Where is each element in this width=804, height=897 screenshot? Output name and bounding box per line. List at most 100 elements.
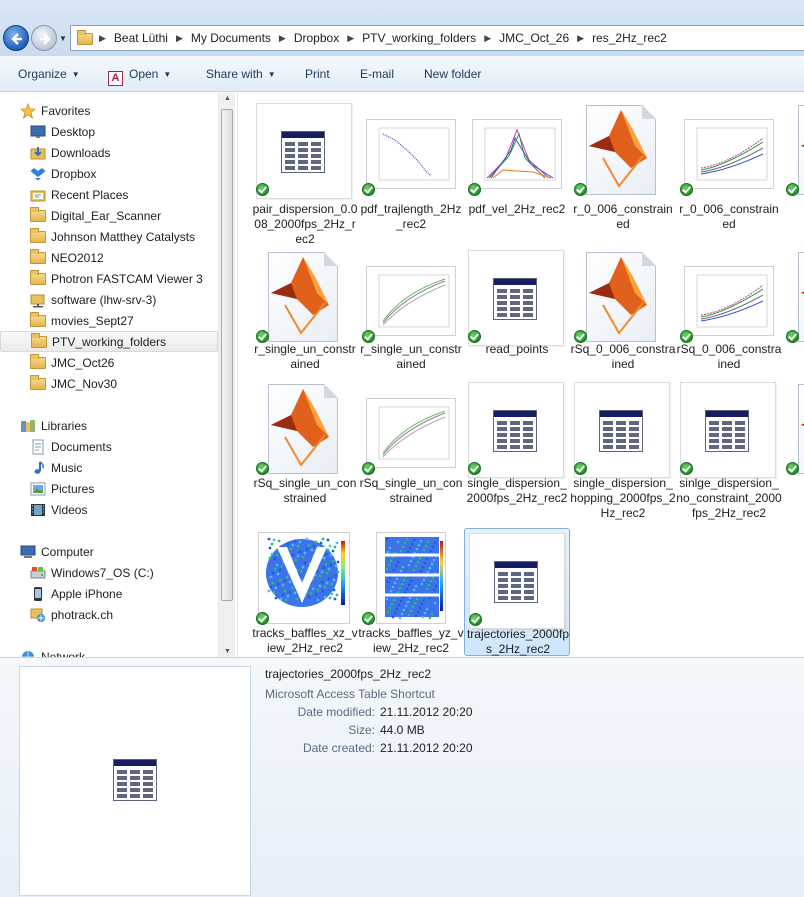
file-item[interactable]: single_dispersion_hopping_2000fps_2Hz_re… <box>570 378 676 528</box>
access-table-icon <box>599 410 643 452</box>
pictures-icon <box>30 481 46 497</box>
sidebar-item[interactable]: software (lhw-srv-3) <box>0 289 218 310</box>
sidebar-item[interactable]: Dropbox <box>0 163 218 184</box>
sidebar-item[interactable]: Recent Places <box>0 184 218 205</box>
file-item[interactable]: trajectories_2000fps_2Hz_rec2 <box>464 528 570 656</box>
sidebar-item[interactable]: JMC_Nov30 <box>0 373 218 394</box>
file-name: sinlge_dispersion_no_constraint_2000fps_… <box>676 476 782 520</box>
sidebar-item[interactable]: Windows7_OS (C:) <box>0 562 218 583</box>
file-item[interactable]: tracks_baffles_yz_view_2Hz_rec2 <box>358 528 464 656</box>
folder-icon <box>30 374 46 392</box>
sync-ok-icon <box>256 183 269 196</box>
file-item[interactable]: rSq_0_006_constrained <box>570 246 676 378</box>
open-button[interactable]: A Open ▼ <box>108 67 171 86</box>
file-item[interactable]: read_points <box>464 246 570 378</box>
breadcrumb-item[interactable]: PTV_working_folders <box>362 31 476 45</box>
breadcrumb-chevron-icon[interactable]: ▶ <box>484 33 491 44</box>
command-bar: Organize ▼ A Open ▼ Share with ▼ Print E-mai… <box>0 56 804 92</box>
sidebar-item[interactable]: Digital_Ear_Scanner <box>0 205 218 226</box>
folder-icon <box>30 269 46 287</box>
scroll-up-icon[interactable]: ▲ <box>224 95 231 102</box>
file-item[interactable]: single_dispersion_2000fps_2Hz_rec2 <box>464 378 570 528</box>
file-item[interactable]: r_0_006_constrained <box>676 99 782 247</box>
plot-thumbnail <box>684 266 774 336</box>
print-button[interactable]: Print <box>305 67 330 81</box>
file-name: pair_dispersion_0.008_2000fps_2Hz_rec2 <box>252 202 358 246</box>
nav-section-favorites[interactable]: Favorites <box>0 100 218 121</box>
back-button[interactable] <box>3 25 29 51</box>
file-item[interactable]: r_single_un_constrained <box>252 246 358 378</box>
sidebar-item[interactable]: photrack.ch <box>0 604 218 625</box>
sidebar-item[interactable]: Apple iPhone <box>0 583 218 604</box>
nav-scrollbar[interactable]: ▲ ▼ <box>218 93 235 657</box>
file-item[interactable]: r_single_un_constrained <box>358 246 464 378</box>
nav-section-computer[interactable]: Computer <box>0 541 218 562</box>
breadcrumb-chevron-icon[interactable]: ▶ <box>279 33 286 44</box>
sidebar-item[interactable]: Pictures <box>0 478 218 499</box>
star-icon <box>19 102 37 119</box>
file-item[interactable]: pdf_vel_2Hz_rec2 <box>464 99 570 247</box>
plot-thumbnail <box>366 398 456 468</box>
breadcrumb-item[interactable]: Dropbox <box>294 31 339 45</box>
sync-ok-icon <box>468 183 481 196</box>
date-created-value: 21.11.2012 20:20 <box>380 741 473 755</box>
forward-button[interactable] <box>31 25 57 51</box>
sidebar-item[interactable]: Downloads <box>0 142 218 163</box>
sidebar-item[interactable]: movies_Sept27 <box>0 310 218 331</box>
sync-ok-icon <box>362 612 375 625</box>
file-item[interactable]: rSq_single_un_constrained <box>358 378 464 528</box>
breadcrumb-chevron-icon[interactable]: ▶ <box>577 33 584 44</box>
folder-icon <box>30 311 46 329</box>
new-folder-button[interactable]: New folder <box>424 67 481 81</box>
nav-section-network[interactable]: Network <box>0 646 218 657</box>
sidebar-item[interactable]: PTV_working_folders <box>0 331 218 352</box>
tracks-xz-thumbnail <box>258 532 350 624</box>
file-item[interactable]: sinlge_dispersion_no_constraint_2000fps_… <box>676 378 782 528</box>
nav-section-libraries[interactable]: Libraries <box>0 415 218 436</box>
file-name: trajectories_2000fps_2Hz_rec2 <box>466 627 570 656</box>
breadcrumb-item[interactable]: res_2Hz_rec2 <box>592 31 667 45</box>
file-item[interactable]: tracks_baffles_xz_view_2Hz_rec2 <box>252 528 358 656</box>
file-item[interactable]: rSq_0_006_constrained <box>676 246 782 378</box>
file-item[interactable]: rSc <box>782 246 804 378</box>
sidebar-item[interactable]: Videos <box>0 499 218 520</box>
file-item[interactable]: pair_dispersion_0.008_2000fps_2Hz_rec2 <box>252 99 358 247</box>
file-item[interactable]: sta <box>782 378 804 528</box>
scroll-down-icon[interactable]: ▼ <box>224 648 231 655</box>
sidebar-item[interactable]: Johnson Matthey Catalysts <box>0 226 218 247</box>
file-name: sta <box>782 476 804 491</box>
file-name: pdf_vel_2Hz_rec2 <box>468 202 566 216</box>
folder-icon <box>30 206 46 224</box>
breadcrumb[interactable]: ▶ Beat Lüthi ▶ My Documents ▶ Dropbox ▶ PTV_wor… <box>70 25 804 51</box>
breadcrumb-item[interactable]: Beat Lüthi <box>114 31 168 45</box>
sidebar-item[interactable]: Desktop <box>0 121 218 142</box>
folder-icon <box>30 227 46 245</box>
file-name: r_single_un_constrained <box>254 342 356 371</box>
breadcrumb-chevron-icon[interactable]: ▶ <box>176 33 183 44</box>
computer-icon <box>20 544 36 560</box>
sidebar-item[interactable]: Photron FASTCAM Viewer 3 <box>0 268 218 289</box>
organize-button[interactable]: Organize ▼ <box>18 67 80 81</box>
sidebar-item[interactable]: Music <box>0 457 218 478</box>
file-name: tracks_baffles_xz_view_2Hz_rec2 <box>252 626 358 655</box>
file-item[interactable]: rSq_single_un_constrained <box>252 378 358 528</box>
file-name: single_dispersion_hopping_2000fps_2Hz_re… <box>570 476 676 520</box>
file-item[interactable]: r_0_006_constrained <box>570 99 676 247</box>
scrollbar-thumb[interactable] <box>221 109 233 601</box>
file-item[interactable]: r_0 <box>782 99 804 247</box>
sidebar-item[interactable]: Documents <box>0 436 218 457</box>
recent-pages-dropdown[interactable]: ▼ <box>59 34 67 43</box>
share-with-button[interactable]: Share with ▼ <box>206 67 276 81</box>
breadcrumb-item[interactable]: JMC_Oct_26 <box>499 31 569 45</box>
breadcrumb-item[interactable]: My Documents <box>191 31 271 45</box>
breadcrumb-chevron-icon[interactable]: ▶ <box>347 33 354 44</box>
breadcrumb-chevron-icon[interactable]: ▶ <box>99 33 106 44</box>
file-name: tracks_baffles_yz_view_2Hz_rec2 <box>358 626 464 655</box>
network-drive-icon <box>30 607 46 623</box>
file-item[interactable]: pdf_trajlength_2Hz_rec2 <box>358 99 464 247</box>
sidebar-item[interactable]: NEO2012 <box>0 247 218 268</box>
sync-ok-icon <box>362 462 375 475</box>
sidebar-item[interactable]: JMC_Oct26 <box>0 352 218 373</box>
email-button[interactable]: E-mail <box>360 67 394 81</box>
selected-file-type: Microsoft Access Table Shortcut <box>265 687 435 701</box>
